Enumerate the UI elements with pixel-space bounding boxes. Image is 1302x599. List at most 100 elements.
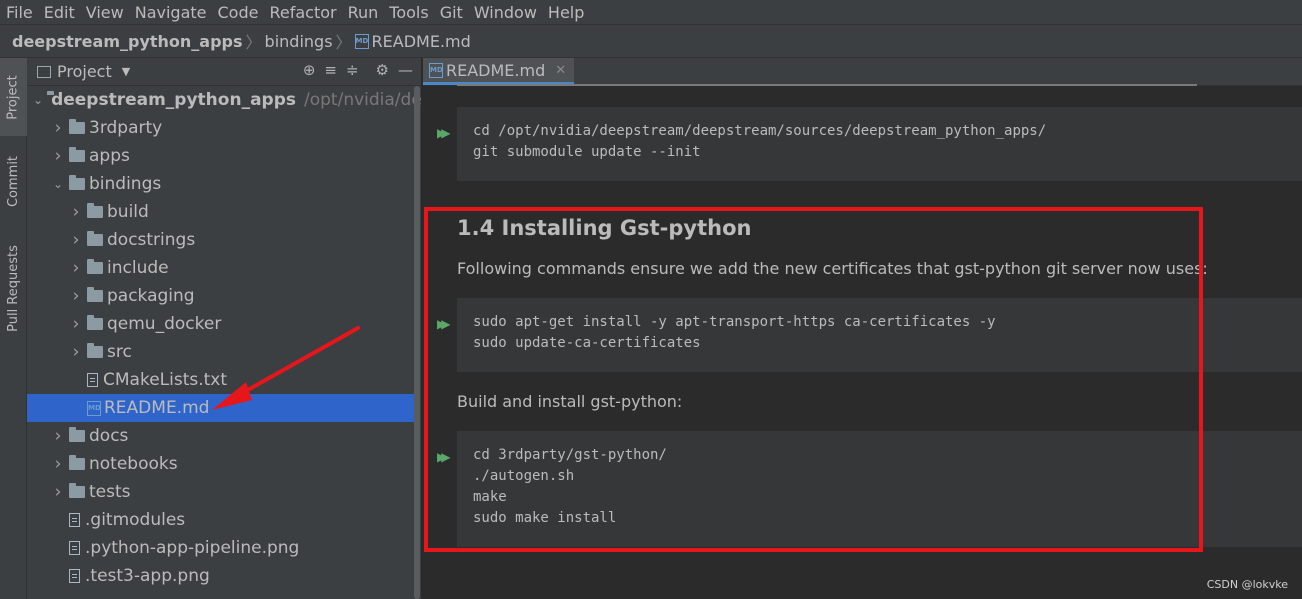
tree-item-path: /opt/nvidia/deepst <box>304 90 421 110</box>
code-block-submodule: cd /opt/nvidia/deepstream/deepstream/sou… <box>457 107 1302 181</box>
folder-icon <box>69 427 85 442</box>
folder-icon <box>87 231 103 246</box>
tree-item[interactable]: .test3-app.png <box>27 562 414 590</box>
tree-item[interactable]: › docs <box>27 422 414 450</box>
chevron-right-icon[interactable]: › <box>51 482 65 502</box>
tree-item[interactable]: › apps <box>27 142 414 170</box>
watermark: CSDN @lokvke <box>1206 578 1288 591</box>
folder-icon <box>87 315 103 330</box>
tool-tab-commit[interactable]: Commit <box>0 142 27 220</box>
folder-icon <box>87 287 103 302</box>
chevron-right-icon[interactable]: › <box>69 258 83 278</box>
project-window-icon <box>37 65 51 78</box>
folder-icon <box>87 203 103 218</box>
file-icon <box>69 541 80 555</box>
tree-item-label: .python-app-pipeline.png <box>85 538 300 558</box>
menu-tools[interactable]: Tools <box>389 3 428 22</box>
breadcrumb-separator-icon: 〉 <box>335 33 352 52</box>
chevron-down-icon[interactable]: ▼ <box>122 65 130 78</box>
tree-item[interactable]: .gitmodules <box>27 506 414 534</box>
tree-item-label: deepstream_python_apps <box>51 90 296 110</box>
tree-item-label: apps <box>89 146 130 166</box>
menu-file[interactable]: File <box>6 3 33 22</box>
menu-code[interactable]: Code <box>218 3 259 22</box>
minimize-icon[interactable]: — <box>398 61 413 79</box>
annotation-arrow-icon <box>212 326 360 410</box>
tree-item-label: tests <box>89 482 131 502</box>
crosshair-icon[interactable]: ⊕ <box>303 61 316 79</box>
tree-item[interactable]: › tests <box>27 478 414 506</box>
folder-icon <box>69 175 85 190</box>
chevron-down-icon[interactable]: ⌄ <box>33 93 43 107</box>
project-panel-header: Project ▼ ⊕ ≡ ≑ ⚙ — <box>27 58 421 86</box>
file-icon <box>69 569 80 583</box>
tree-item-label: 3rdparty <box>89 118 163 138</box>
chevron-right-icon[interactable]: › <box>69 342 83 362</box>
folder-icon <box>69 483 85 498</box>
chevron-right-icon[interactable]: › <box>69 286 83 306</box>
tree-item[interactable]: › packaging <box>27 282 414 310</box>
tree-item[interactable]: › docstrings <box>27 226 414 254</box>
chevron-right-icon[interactable]: › <box>51 454 65 474</box>
tree-item[interactable]: ⌄ bindings <box>27 170 414 198</box>
tree-item[interactable]: ⌄ deepstream_python_apps/opt/nvidia/deeps… <box>27 86 421 114</box>
expand-all-icon[interactable]: ≡ <box>324 61 337 79</box>
menu-view[interactable]: View <box>86 3 124 22</box>
menu-bar: File Edit View Navigate Code Refactor Run Tools… <box>0 0 1302 24</box>
markdown-file-icon: MD <box>354 33 369 49</box>
tool-tab-project[interactable]: Project <box>0 58 27 136</box>
chevron-right-icon[interactable]: › <box>69 202 83 222</box>
highlight-box <box>424 207 1203 552</box>
tree-item-label: docs <box>89 426 129 446</box>
breadcrumb: deepstream_python_apps 〉 bindings 〉 MD R… <box>0 24 1302 58</box>
tree-item[interactable]: .python-app-pipeline.png <box>27 534 414 562</box>
project-panel-title[interactable]: Project <box>57 62 112 81</box>
tree-item[interactable]: › notebooks <box>27 450 414 478</box>
folder-icon <box>87 343 103 358</box>
chevron-right-icon[interactable]: › <box>69 230 83 250</box>
file-icon <box>87 373 98 387</box>
menu-navigate[interactable]: Navigate <box>135 3 207 22</box>
tree-item-label: build <box>107 202 149 222</box>
menu-window[interactable]: Window <box>474 3 537 22</box>
markdown-file-icon: MD <box>429 62 443 78</box>
breadcrumb-folder[interactable]: bindings <box>265 32 333 51</box>
tab-label: README.md <box>446 60 546 80</box>
left-tool-strip: Project Commit Pull Requests <box>0 58 27 599</box>
tree-item-label: notebooks <box>89 454 178 474</box>
folder-icon <box>87 259 103 274</box>
run-icon[interactable]: ▶▶ <box>437 126 451 140</box>
menu-edit[interactable]: Edit <box>44 3 75 22</box>
tree-item-label: src <box>107 342 132 362</box>
tree-item[interactable]: › build <box>27 198 414 226</box>
tool-tab-pull-requests[interactable]: Pull Requests <box>0 228 27 348</box>
tree-item-label: docstrings <box>107 230 196 250</box>
chevron-right-icon[interactable]: › <box>69 314 83 334</box>
chevron-right-icon[interactable]: › <box>51 146 65 166</box>
chevron-right-icon[interactable]: › <box>51 118 65 138</box>
folder-icon <box>69 147 85 162</box>
tree-item-label: packaging <box>107 286 195 306</box>
menu-run[interactable]: Run <box>348 3 379 22</box>
close-icon[interactable]: ✕ <box>555 63 566 78</box>
gear-icon[interactable]: ⚙ <box>376 61 389 79</box>
tree-item[interactable]: › 3rdparty <box>27 114 414 142</box>
tree-item-label: .gitmodules <box>85 510 186 530</box>
menu-help[interactable]: Help <box>548 3 584 22</box>
breadcrumb-file[interactable]: README.md <box>372 32 471 51</box>
chevron-down-icon[interactable]: ⌄ <box>51 177 65 191</box>
folder-icon <box>69 455 85 470</box>
project-scrollbar[interactable] <box>414 86 420 599</box>
chevron-right-icon[interactable]: › <box>51 426 65 446</box>
collapse-all-icon[interactable]: ≑ <box>346 61 359 79</box>
folder-icon <box>69 119 85 134</box>
tree-item-label: .test3-app.png <box>85 566 210 586</box>
menu-git[interactable]: Git <box>440 3 463 22</box>
menu-refactor[interactable]: Refactor <box>269 3 336 22</box>
file-icon <box>69 513 80 527</box>
tree-item-label: include <box>107 258 169 278</box>
tree-item-label: bindings <box>89 174 162 194</box>
tree-item[interactable]: › include <box>27 254 414 282</box>
breadcrumb-project[interactable]: deepstream_python_apps <box>12 32 243 51</box>
clipped-text-line <box>457 80 1217 90</box>
